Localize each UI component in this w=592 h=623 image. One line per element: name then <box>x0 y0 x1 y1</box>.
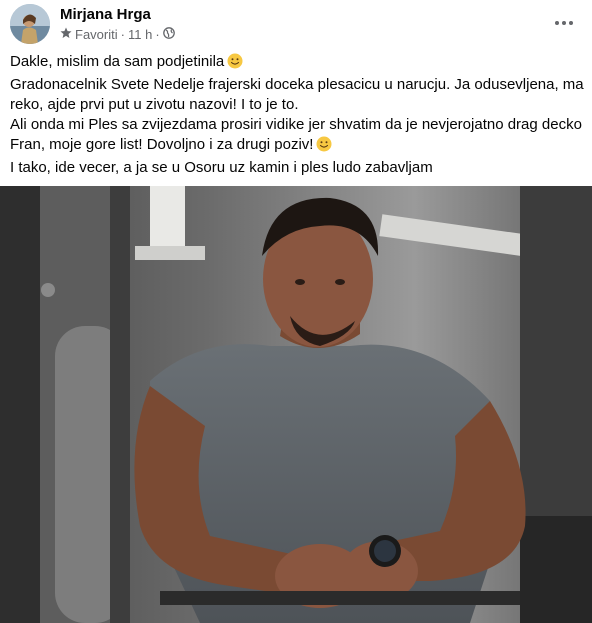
post-text-line-4: I tako, ide vecer, a ja se u Osoru uz ka… <box>10 159 433 176</box>
globe-icon[interactable] <box>162 27 175 42</box>
author-avatar[interactable] <box>10 4 50 44</box>
meta-separator-2: · <box>155 27 160 42</box>
slightly-smiling-face-icon <box>227 53 243 75</box>
post-text-line-3: Ali onda mi Ples sa zvijezdama prosiri v… <box>10 116 582 153</box>
star-icon <box>60 27 72 42</box>
more-options-icon <box>554 13 574 31</box>
slightly-smiling-face-icon <box>316 136 332 158</box>
author-name[interactable]: Mirjana Hrga <box>60 6 151 23</box>
post-text-line-2: Gradonacelnik Svete Nedelje frajerski do… <box>10 76 584 113</box>
post-text-line: Gradonacelnik Svete Nedelje frajerski do… <box>10 75 586 115</box>
post-header: Mirjana Hrga Favoriti · 11 h · <box>0 0 592 48</box>
meta-separator: · <box>120 27 125 42</box>
post-text: Dakle, mislim da sam podjetinila Gradona… <box>10 52 586 178</box>
post-text-line: I tako, ide vecer, a ja se u Osoru uz ka… <box>10 158 586 178</box>
more-options-button[interactable] <box>550 8 578 36</box>
photo-man-at-gym <box>0 186 592 623</box>
post-timestamp[interactable]: 11 h <box>128 27 152 42</box>
post-text-line-1: Dakle, mislim da sam podjetinila <box>10 53 225 70</box>
post-photo[interactable] <box>0 186 592 623</box>
post-text-line: Dakle, mislim da sam podjetinila <box>10 52 586 75</box>
post-text-line: Ali onda mi Ples sa zvijezdama prosiri v… <box>10 115 586 158</box>
avatar-image <box>10 4 50 44</box>
post-meta: Favoriti · 11 h · <box>60 27 175 42</box>
audience-label[interactable]: Favoriti <box>75 27 118 42</box>
